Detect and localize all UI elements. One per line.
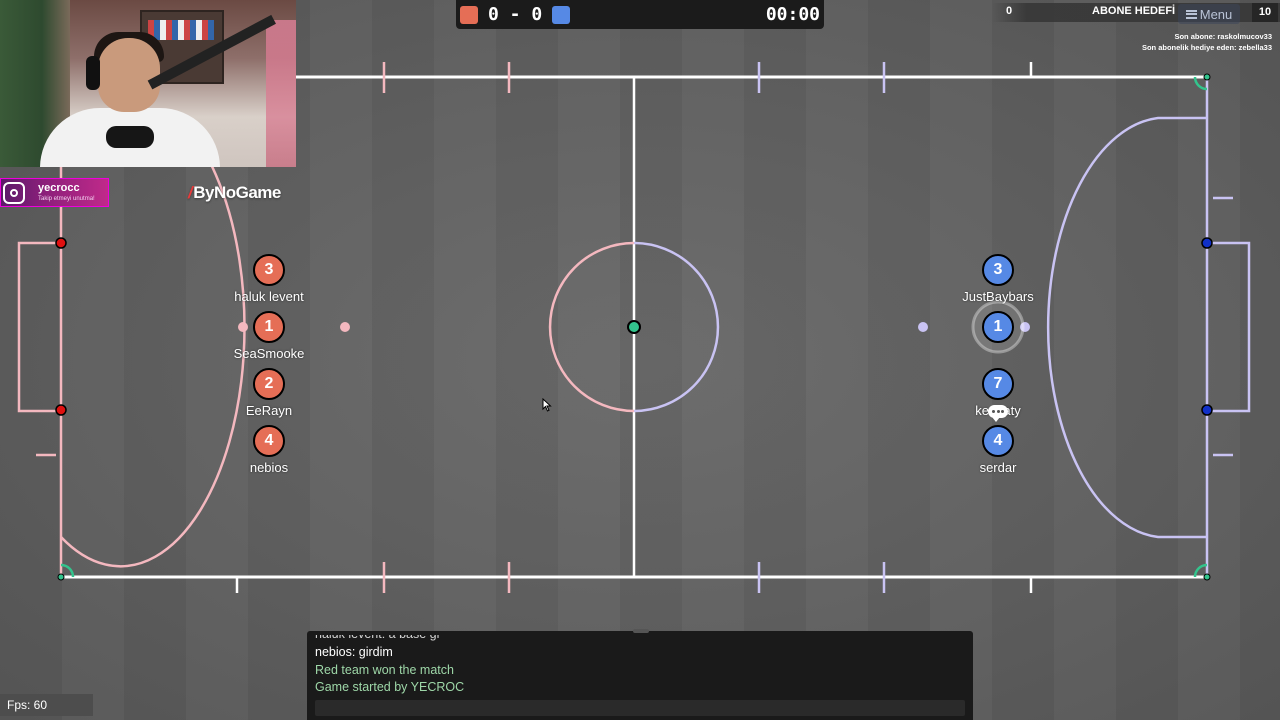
blue-team-indicator	[552, 5, 571, 24]
red-team-indicator	[460, 5, 478, 24]
instagram-icon	[3, 181, 25, 204]
blue-player-marker: 7	[982, 368, 1014, 400]
streamer-webcam	[0, 0, 296, 167]
last-gift-subscriber: Son abonelik hediye eden: zebella33	[1141, 43, 1272, 52]
goal-post	[55, 404, 67, 416]
chat-panel: haluk levent: a base gi nebios: girdim R…	[307, 629, 973, 720]
goal-post	[1201, 237, 1213, 249]
goal-post	[55, 237, 67, 249]
corner-post	[1203, 573, 1211, 581]
subscriber-info: Son abone: raskolmucov33 Son abonelik he…	[1142, 31, 1272, 53]
corner-post	[1203, 73, 1211, 81]
center-circle-blue-half	[633, 241, 720, 413]
chat-resize-handle[interactable]	[633, 629, 649, 633]
instagram-subtitle: Takip etmeyi unutma!	[38, 196, 95, 202]
instagram-handle: yecrocc	[38, 182, 80, 194]
menu-button[interactable]: Menu	[1178, 4, 1240, 24]
red-player-name: SeaSmooke	[233, 346, 305, 361]
kickoff-marker	[918, 322, 928, 332]
red-player-marker: 2	[253, 368, 285, 400]
blue-player-name: serdar	[979, 460, 1017, 475]
brand-logo: /ByNoGame	[188, 183, 281, 202]
red-player-marker: 3	[253, 254, 285, 286]
chat-bubble-icon	[988, 405, 1008, 422]
red-player-marker: 1	[253, 311, 285, 343]
chat-system-message: Game started by YECROC	[315, 680, 465, 694]
blue-player-marker: 4	[982, 425, 1014, 457]
mouse-cursor-icon	[542, 398, 552, 412]
blue-player-marker: 3	[982, 254, 1014, 286]
center-circle-red-half	[548, 241, 635, 413]
menu-label: Menu	[1199, 6, 1233, 22]
instagram-banner: yecrocc Takip etmeyi unutma!	[0, 178, 109, 207]
subscriber-count: 0	[1006, 5, 1013, 17]
scoreboard: 0 - 0 00:00	[456, 0, 824, 29]
fps-counter: Fps: 60	[0, 694, 93, 716]
hamburger-icon	[1185, 9, 1197, 19]
red-player-name: nebios	[249, 460, 289, 475]
subscriber-goal-target: 10	[1252, 3, 1278, 22]
blue-player-marker-controlled: 1	[982, 311, 1014, 343]
chat-system-message: Red team won the match	[315, 663, 454, 677]
right-penalty-arc	[1046, 116, 1207, 539]
subscriber-goal-label: ABONE HEDEFİ	[1092, 5, 1176, 17]
right-goal	[1207, 241, 1251, 413]
last-subscriber: Son abone: raskolmucov33	[1174, 32, 1272, 41]
red-player-name: EeRayn	[245, 403, 293, 418]
ball	[627, 320, 641, 334]
kickoff-marker	[238, 322, 248, 332]
left-goal	[17, 241, 61, 413]
kickoff-marker	[340, 322, 350, 332]
goal-post	[1201, 404, 1213, 416]
corner-post	[57, 573, 65, 581]
chat-input[interactable]	[315, 700, 965, 716]
red-player-name: haluk levent	[234, 289, 304, 304]
blue-player-name: JustBaybars	[962, 289, 1034, 304]
match-timer: 00:00	[765, 4, 820, 25]
chat-message: nebios: girdim	[315, 645, 393, 659]
score: 0 - 0	[488, 4, 543, 25]
red-player-marker: 4	[253, 425, 285, 457]
